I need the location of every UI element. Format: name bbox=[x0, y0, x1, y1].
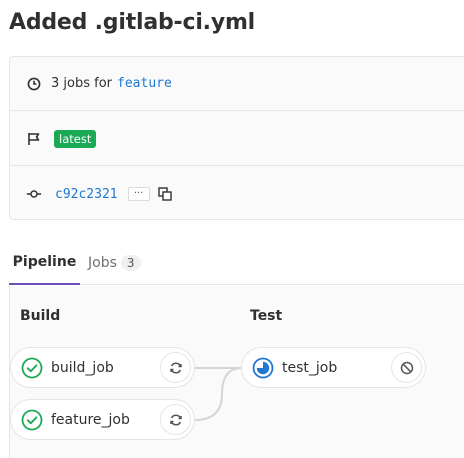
branch-link[interactable]: feature bbox=[117, 76, 172, 91]
retry-icon bbox=[169, 414, 182, 425]
job-name: test_job bbox=[282, 359, 338, 376]
retry-button[interactable] bbox=[160, 404, 191, 435]
stage-title-build: Build bbox=[20, 308, 61, 324]
jobs-count-text: 3 jobs for bbox=[51, 76, 113, 91]
retry-icon bbox=[169, 362, 182, 373]
status-success-icon bbox=[21, 357, 43, 378]
job-test-job[interactable]: test_job bbox=[241, 347, 426, 388]
job-name: build_job bbox=[51, 359, 114, 376]
tab-jobs-label: Jobs bbox=[88, 254, 117, 271]
tab-pipeline[interactable]: Pipeline bbox=[9, 240, 80, 285]
pipeline-info-box: 3 jobs for feature latest c92c2321 ··· bbox=[9, 56, 464, 220]
expand-commit-message-button[interactable]: ··· bbox=[127, 187, 150, 201]
job-name: feature_job bbox=[51, 411, 130, 428]
pipeline-tabs: Pipeline Jobs 3 bbox=[9, 240, 464, 285]
cancel-icon bbox=[400, 361, 413, 374]
jobs-summary-row: 3 jobs for feature bbox=[10, 57, 464, 111]
cancel-button[interactable] bbox=[391, 352, 422, 383]
commit-icon bbox=[26, 186, 42, 202]
pipeline-graph: Build Test build_job feature_job test_jo… bbox=[9, 286, 464, 458]
stage-title-test: Test bbox=[250, 308, 283, 324]
flags-row: latest bbox=[10, 112, 464, 166]
latest-badge: latest bbox=[54, 129, 97, 148]
tab-jobs[interactable]: Jobs 3 bbox=[88, 240, 141, 285]
job-feature-job[interactable]: feature_job bbox=[10, 399, 195, 440]
status-success-icon bbox=[21, 409, 43, 430]
commit-sha-link[interactable]: c92c2321 bbox=[55, 187, 118, 202]
copy-icon[interactable] bbox=[157, 186, 173, 202]
page-title: Added .gitlab-ci.yml bbox=[9, 10, 256, 35]
retry-button[interactable] bbox=[160, 352, 191, 383]
tab-pipeline-label: Pipeline bbox=[12, 253, 77, 270]
clock-icon bbox=[26, 76, 42, 92]
job-build-job[interactable]: build_job bbox=[10, 347, 195, 388]
status-running-icon bbox=[252, 357, 274, 378]
jobs-count-badge: 3 bbox=[120, 254, 141, 271]
flag-icon bbox=[26, 131, 42, 147]
commit-row: c92c2321 ··· bbox=[10, 167, 464, 221]
